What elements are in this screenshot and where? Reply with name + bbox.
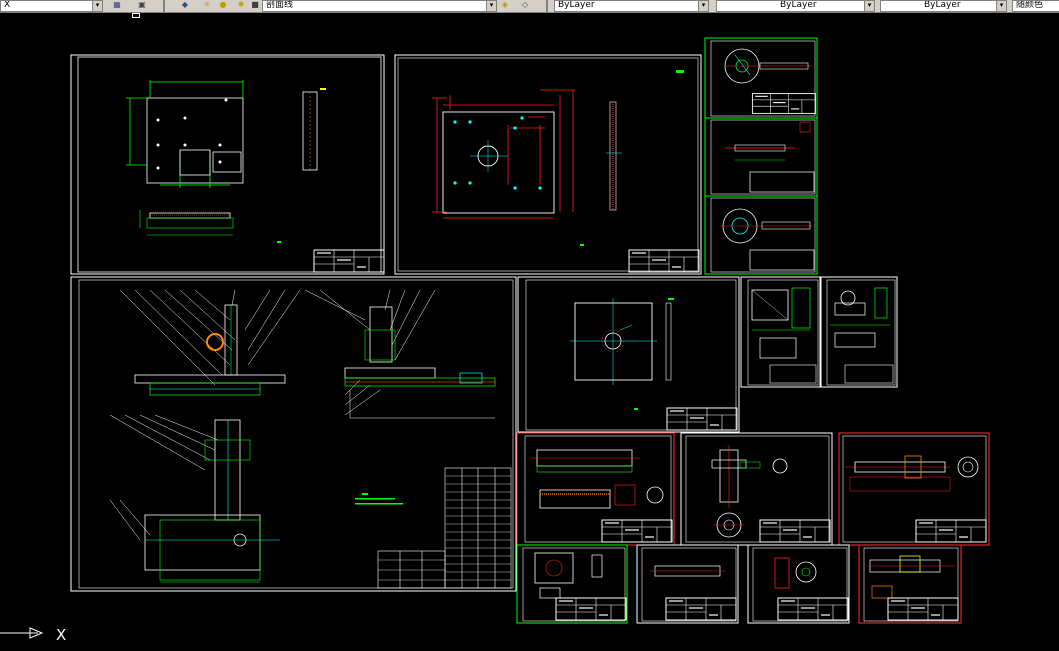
drawing-sheet-flange-1[interactable] <box>704 37 818 119</box>
toolbar-separator <box>163 0 165 12</box>
chevron-down-icon[interactable]: ▾ <box>864 1 874 11</box>
drawing-sheet-assembly[interactable] <box>70 276 517 592</box>
drawing-sheet-bearing-seat[interactable] <box>516 544 628 624</box>
drawing-sheet-mounting-plate[interactable] <box>394 54 702 275</box>
view-combo[interactable]: X ▾ <box>0 0 103 12</box>
linetype-combo-value: ByLayer <box>780 0 817 10</box>
drawing-sheet-coupling[interactable] <box>747 544 850 624</box>
sun-icon[interactable]: ✺ <box>236 0 246 9</box>
lineweight-combo[interactable]: ByLayer ▾ <box>880 0 1007 12</box>
plotstyle-combo[interactable]: 随颜色 <box>1012 0 1059 12</box>
drawing-sheet-shaft-1[interactable] <box>704 117 818 197</box>
layer-combo-value: 剖面线 <box>266 0 294 10</box>
drawing-sheet-bracket-1[interactable] <box>740 276 821 388</box>
ucs-x-label: X <box>56 626 66 644</box>
drawing-sheet-bracket-2[interactable] <box>820 276 898 388</box>
chevron-down-icon[interactable]: ▾ <box>698 1 708 11</box>
drawing-sheet-pin[interactable] <box>636 544 739 624</box>
color-combo-value: ByLayer <box>558 0 595 10</box>
model-space-canvas[interactable]: X <box>0 13 1059 651</box>
chevron-down-icon[interactable]: ▾ <box>996 1 1006 11</box>
layer-properties-icon[interactable]: ◆ <box>180 0 190 9</box>
layer-previous-icon[interactable]: ◇ <box>520 0 530 9</box>
drawing-sheet-slide-rail[interactable] <box>516 432 675 546</box>
make-current-icon[interactable]: ◈ <box>500 0 510 9</box>
ucs-icon <box>0 627 44 639</box>
layer-combo[interactable]: 剖面线 ▾ <box>262 0 497 12</box>
drawing-sheet-flange-2[interactable] <box>704 195 818 275</box>
toolbar-separator <box>546 0 548 12</box>
view-combo-value: X <box>4 0 11 10</box>
chevron-down-icon[interactable]: ▾ <box>486 1 496 11</box>
properties-toolbar: X ▾ ▦ ▣ ◆ ☼ ● ✺ ■ 剖面线 ▾ ◈ ◇ ByLayer ▾ By… <box>0 0 1059 13</box>
drawing-sheet-lead-screw[interactable] <box>838 432 990 546</box>
plotstyle-combo-value: 随颜色 <box>1016 0 1044 10</box>
lock-icon[interactable]: ● <box>218 0 228 9</box>
color-swatch-icon: ■ <box>251 0 259 9</box>
linetype-combo[interactable]: ByLayer ▾ <box>716 0 875 12</box>
layer-state-icon[interactable]: ▣ <box>137 0 147 9</box>
chevron-down-icon[interactable]: ▾ <box>92 1 102 11</box>
layer-manager-icon[interactable]: ▦ <box>112 0 122 9</box>
color-combo[interactable]: ByLayer ▾ <box>554 0 709 12</box>
drawing-sheet-shaft-2[interactable] <box>680 432 833 546</box>
drawing-sheet-cover-plate[interactable] <box>517 276 740 433</box>
drawing-sheet-base-plate[interactable] <box>70 54 385 275</box>
freeze-icon[interactable]: ☼ <box>202 0 212 9</box>
drawing-sheet-support[interactable] <box>858 544 962 624</box>
lineweight-combo-value: ByLayer <box>924 0 961 10</box>
